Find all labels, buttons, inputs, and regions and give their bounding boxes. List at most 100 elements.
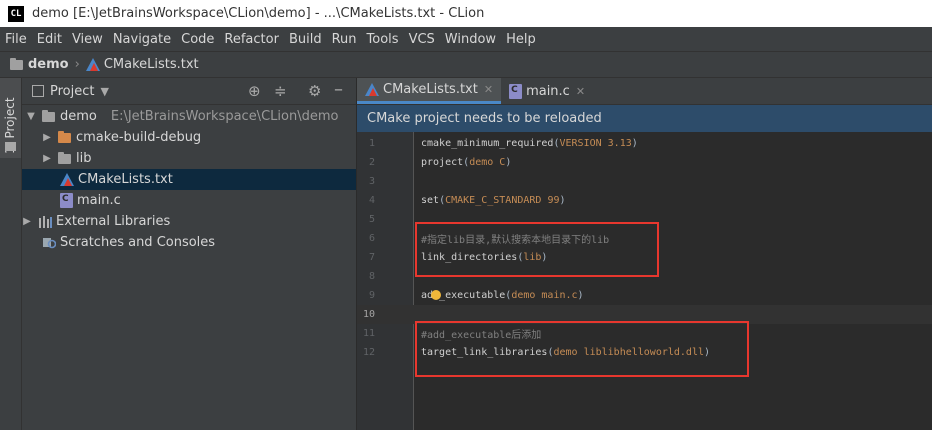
menu-vcs[interactable]: VCS <box>404 32 440 47</box>
clion-logo-icon: CL <box>8 5 24 22</box>
close-icon[interactable]: ✕ <box>576 85 585 98</box>
tree-item-label: Scratches and Consoles <box>60 235 216 250</box>
c-file-icon <box>509 83 523 99</box>
annotation-box <box>415 321 749 377</box>
cmake-file-icon <box>60 173 74 186</box>
code-area[interactable]: 1 cmake_minimum_required(VERSION 3.13) 2… <box>357 132 932 430</box>
code-function: project <box>421 157 464 168</box>
menu-run[interactable]: Run <box>327 32 362 47</box>
breadcrumb-file-label: CMakeLists.txt <box>103 57 199 72</box>
tree-item-label: lib <box>76 151 92 166</box>
line-number: 2 <box>368 157 375 168</box>
notification-text: CMake project needs to be reloaded <box>367 111 602 126</box>
tab-label: CMakeLists.txt <box>383 82 478 97</box>
code-function: cmake_minimum_required <box>421 138 554 149</box>
intention-bulb-icon[interactable] <box>431 290 441 300</box>
folder-icon <box>42 109 55 122</box>
tree-item-lib[interactable]: ▶ lib <box>22 148 356 169</box>
project-view-selector[interactable]: Project <box>50 84 94 99</box>
collapse-all-icon[interactable]: ≑ <box>274 82 287 100</box>
folder-icon <box>58 130 71 143</box>
expanded-arrow-icon[interactable]: ▼ <box>26 111 36 122</box>
line-number: 3 <box>368 176 375 187</box>
project-tool-tab[interactable]: 1: Project <box>0 78 21 158</box>
library-icon <box>38 215 52 228</box>
breadcrumb-project[interactable]: demo <box>10 57 69 72</box>
line-number: 1 <box>368 138 375 149</box>
menu-file[interactable]: File <box>0 32 32 47</box>
tree-item-label: CMakeLists.txt <box>78 172 173 187</box>
breadcrumb-project-label: demo <box>28 57 69 72</box>
code-args: VERSION 3.13 <box>559 138 632 149</box>
project-panel-header: Project ▼ ⊕ ≑ ⚙ – <box>22 78 356 105</box>
tree-item-label: demo <box>60 109 97 124</box>
project-panel: Project ▼ ⊕ ≑ ⚙ – ▼ demo E:\JetBrainsWor… <box>22 78 356 430</box>
line-number: 5 <box>368 214 375 225</box>
menu-code[interactable]: Code <box>176 32 219 47</box>
code-args: CMAKE_C_STANDARD 99 <box>445 195 560 206</box>
line-number: 6 <box>368 233 375 244</box>
folder-icon <box>5 142 16 151</box>
c-file-icon <box>60 193 73 208</box>
scratches-icon <box>42 236 57 249</box>
tab-label: main.c <box>526 83 570 99</box>
code-line-2: 2 project(demo C) <box>357 153 932 172</box>
cmake-reload-notification: CMake project needs to be reloaded <box>357 105 932 132</box>
menu-edit[interactable]: Edit <box>32 32 67 47</box>
tab-main-c[interactable]: main.c ✕ <box>501 78 593 104</box>
menu-navigate[interactable]: Navigate <box>108 32 176 47</box>
menu-refactor[interactable]: Refactor <box>219 32 284 47</box>
code-line-1: 1 cmake_minimum_required(VERSION 3.13) <box>357 134 932 153</box>
collapsed-arrow-icon[interactable]: ▶ <box>42 132 52 143</box>
breadcrumb-file[interactable]: CMakeLists.txt <box>85 57 199 72</box>
menu-tools[interactable]: Tools <box>362 32 404 47</box>
gear-icon[interactable]: ⚙ <box>308 82 321 100</box>
tree-item-label: External Libraries <box>56 214 171 229</box>
line-number: 7 <box>368 252 375 263</box>
folder-icon <box>58 151 71 164</box>
tree-item-scratches[interactable]: Scratches and Consoles <box>22 232 356 253</box>
locate-file-icon[interactable]: ⊕ <box>248 82 261 100</box>
annotation-box <box>415 222 659 277</box>
editor-tabs: CMakeLists.txt ✕ main.c ✕ <box>357 78 932 105</box>
breadcrumb-separator-icon: › <box>74 57 80 72</box>
line-number: 10 <box>362 309 375 320</box>
code-function: set <box>421 195 440 206</box>
menu-help[interactable]: Help <box>501 32 541 47</box>
tree-item-cmake-build-debug[interactable]: ▶ cmake-build-debug <box>22 127 356 148</box>
line-number: 4 <box>368 195 375 206</box>
tree-item-path: E:\JetBrainsWorkspace\CLion\demo <box>110 109 339 124</box>
tree-item-cmakelists[interactable]: CMakeLists.txt <box>22 169 356 190</box>
menu-view[interactable]: View <box>67 32 108 47</box>
line-number: 11 <box>362 328 375 339</box>
tree-item-label: cmake-build-debug <box>76 130 202 145</box>
editor: CMakeLists.txt ✕ main.c ✕ CMake project … <box>357 78 932 430</box>
breadcrumb: demo › CMakeLists.txt <box>0 51 932 78</box>
tab-cmakelists[interactable]: CMakeLists.txt ✕ <box>357 78 502 104</box>
cmake-file-icon <box>85 58 100 71</box>
code-args: demo main.c <box>511 290 578 301</box>
tree-item-demo[interactable]: ▼ demo E:\JetBrainsWorkspace\CLion\demo <box>22 106 356 127</box>
code-line-9: 9 ad _executable(demo main.c) <box>357 286 932 305</box>
tree-item-external-libraries[interactable]: ▶ External Libraries <box>22 211 356 232</box>
window-title-bar: CL demo [E:\JetBrainsWorkspace\CLion\dem… <box>0 0 932 27</box>
cmake-file-icon <box>365 83 379 96</box>
line-number: 9 <box>368 290 375 301</box>
dropdown-caret-icon[interactable]: ▼ <box>100 85 108 98</box>
code-args: demo C <box>469 157 506 168</box>
code-line-4: 4 set(CMAKE_C_STANDARD 99) <box>357 191 932 210</box>
folder-icon <box>10 57 23 70</box>
hide-panel-icon[interactable]: – <box>334 79 343 100</box>
close-icon[interactable]: ✕ <box>484 83 493 96</box>
line-number: 12 <box>362 347 375 358</box>
left-tool-strip: 1: Project <box>0 78 22 430</box>
code-function-part: _executable <box>439 290 506 301</box>
collapsed-arrow-icon[interactable]: ▶ <box>22 216 32 227</box>
menu-window[interactable]: Window <box>440 32 501 47</box>
menu-build[interactable]: Build <box>284 32 327 47</box>
menu-bar: File Edit View Navigate Code Refactor Bu… <box>0 27 932 51</box>
tree-item-label: main.c <box>77 193 121 208</box>
tree-item-main-c[interactable]: main.c <box>22 190 356 211</box>
project-view-icon <box>32 85 44 97</box>
collapsed-arrow-icon[interactable]: ▶ <box>42 153 52 164</box>
